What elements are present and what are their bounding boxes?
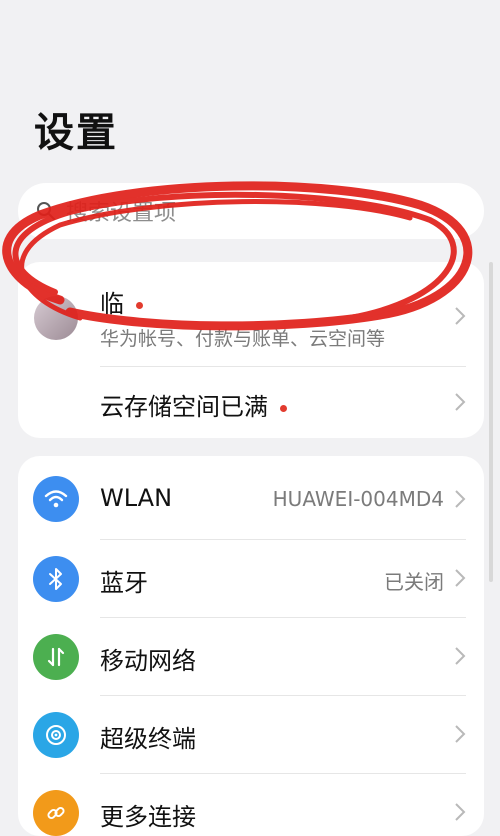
bluetooth-label: 蓝牙 xyxy=(100,569,148,597)
chevron-right-icon xyxy=(455,393,466,411)
chevron-right-icon xyxy=(455,569,466,587)
chevron-right-icon xyxy=(455,725,466,743)
account-card: 临 华为帐号、付款与账单、云空间等 云存储空间已满 xyxy=(18,262,484,438)
wifi-icon xyxy=(33,476,79,522)
bluetooth-icon xyxy=(33,556,79,602)
account-subtitle: 华为帐号、付款与账单、云空间等 xyxy=(100,328,386,350)
cloud-storage-line: 云存储空间已满 xyxy=(100,387,287,422)
page-title: 设置 xyxy=(34,110,118,156)
notification-dot xyxy=(136,301,143,309)
cloud-storage-row[interactable]: 云存储空间已满 xyxy=(18,367,484,438)
avatar xyxy=(34,296,78,340)
wlan-row[interactable]: WLAN HUAWEI-004MD4 xyxy=(18,456,484,539)
more-connections-icon xyxy=(33,790,79,836)
cloud-storage-label: 云存储空间已满 xyxy=(100,393,268,421)
wlan-label: WLAN xyxy=(100,484,173,512)
account-row[interactable]: 临 华为帐号、付款与账单、云空间等 xyxy=(18,262,484,366)
mobile-network-label: 移动网络 xyxy=(100,647,196,675)
mobile-network-icon xyxy=(33,634,79,680)
search-placeholder: 搜索设置项 xyxy=(66,201,177,226)
network-card: WLAN HUAWEI-004MD4 蓝牙 已关闭 移动网络 超级终端 更多连接 xyxy=(18,456,484,836)
super-device-label: 超级终端 xyxy=(100,725,196,753)
notification-dot xyxy=(280,404,287,412)
account-name: 临 xyxy=(100,290,124,318)
super-device-icon xyxy=(33,712,79,758)
more-connections-row[interactable]: 更多连接 xyxy=(18,774,484,836)
account-name-line: 临 xyxy=(100,284,143,319)
more-connections-label: 更多连接 xyxy=(100,803,196,831)
chevron-right-icon xyxy=(455,490,466,508)
super-device-row[interactable]: 超级终端 xyxy=(18,696,484,773)
search-icon xyxy=(37,202,55,220)
bluetooth-row[interactable]: 蓝牙 已关闭 xyxy=(18,540,484,617)
bluetooth-value: 已关闭 xyxy=(384,570,444,594)
wlan-value: HUAWEI-004MD4 xyxy=(272,487,444,511)
scroll-indicator xyxy=(489,262,493,582)
mobile-network-row[interactable]: 移动网络 xyxy=(18,618,484,695)
chevron-right-icon xyxy=(455,647,466,665)
chevron-right-icon xyxy=(455,307,466,325)
chevron-right-icon xyxy=(455,803,466,821)
search-bar[interactable]: 搜索设置项 xyxy=(18,183,484,239)
